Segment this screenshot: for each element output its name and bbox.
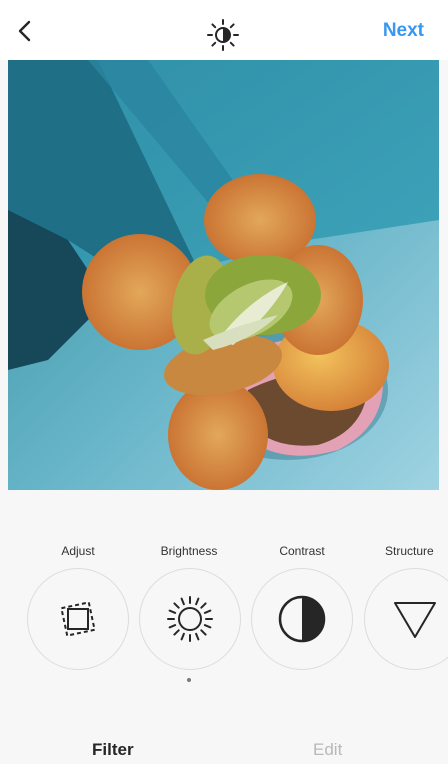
- chevron-left-icon: [18, 20, 31, 42]
- brightness-sun-icon: [167, 596, 213, 642]
- succulent-photo: [8, 60, 439, 490]
- lux-button[interactable]: [206, 18, 240, 52]
- tab-edit[interactable]: Edit: [313, 740, 342, 760]
- bottom-tab-bar: Filter Edit: [0, 704, 448, 764]
- tool-brightness-button[interactable]: [139, 568, 241, 670]
- lux-sun-icon: [207, 19, 239, 51]
- tab-filter[interactable]: Filter: [92, 740, 134, 760]
- tool-structure-button[interactable]: [364, 568, 448, 670]
- photo-preview: [8, 60, 439, 490]
- next-button[interactable]: Next: [383, 20, 424, 42]
- selected-indicator-dot: [187, 678, 191, 682]
- tools-panel: Adjust Brightness Contrast Structure: [0, 490, 448, 704]
- contrast-half-circle-icon: [278, 595, 326, 643]
- tool-label-contrast: Contrast: [279, 544, 325, 558]
- tool-contrast-button[interactable]: [251, 568, 353, 670]
- tool-adjust-button[interactable]: [27, 568, 129, 670]
- back-button[interactable]: [10, 16, 40, 46]
- tool-label-structure: Structure: [385, 544, 434, 558]
- tool-label-adjust: Adjust: [61, 544, 95, 558]
- adjust-frame-icon: [60, 601, 96, 637]
- tool-label-brightness: Brightness: [160, 544, 218, 558]
- top-bar: Next: [0, 0, 448, 60]
- structure-triangle-icon: [394, 602, 436, 638]
